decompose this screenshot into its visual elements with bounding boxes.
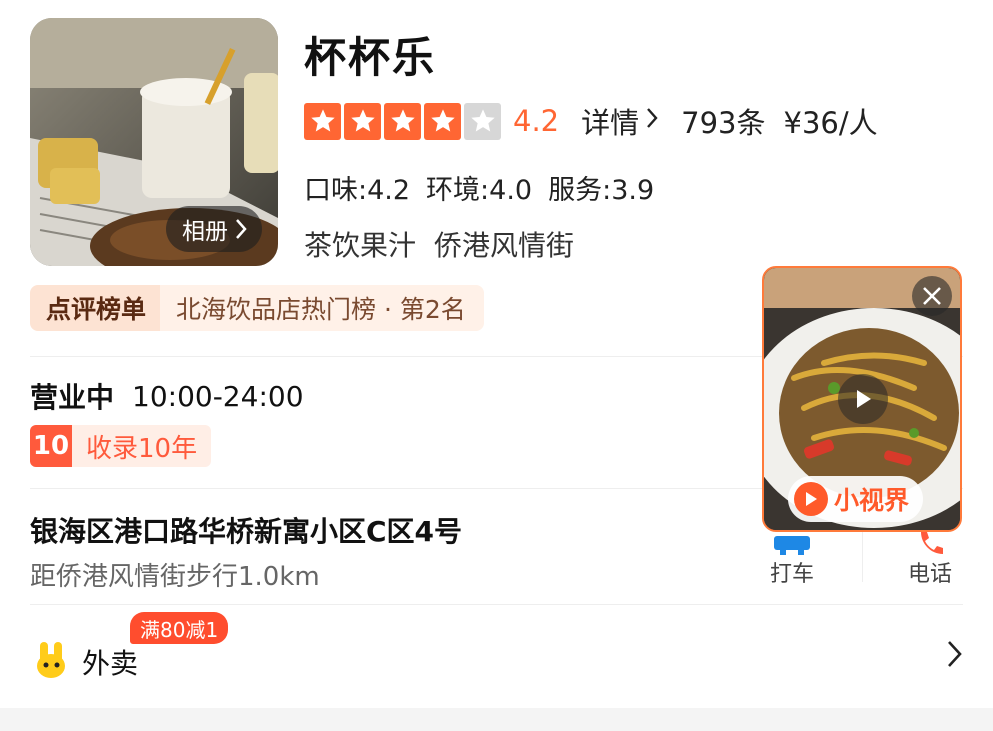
album-button[interactable]: 相册 — [166, 206, 262, 252]
video-brand: 小视界 — [788, 476, 924, 522]
address-line[interactable]: 银海区港口路华桥新寓小区C区4号 — [30, 510, 462, 550]
environment-score: 环境:4.0 — [426, 175, 533, 206]
close-icon[interactable] — [912, 276, 952, 316]
rating-row: 4.2 详情 793条 ¥36/人 — [304, 100, 878, 142]
shop-photo[interactable]: 相册 — [30, 18, 278, 266]
star-icon — [344, 102, 381, 140]
detail-link[interactable]: 详情 — [581, 100, 659, 142]
recorded-years-number: 10 — [30, 425, 72, 467]
area-tag[interactable]: 侨港风情街 — [434, 224, 574, 264]
promo-badge: 满80减1 — [130, 612, 229, 644]
price-per-person: ¥36/人 — [783, 106, 878, 140]
section-gap — [0, 708, 993, 731]
star-icon — [464, 102, 501, 140]
video-popup[interactable]: 小视界 — [762, 266, 962, 532]
recorded-text: 收录10年 — [72, 425, 212, 467]
ranking-label: 点评榜单 — [30, 285, 161, 331]
star-icon — [384, 102, 421, 140]
taxi-label: 打车 — [769, 562, 814, 587]
business-hours[interactable]: 营业中 10:00-24:00 — [30, 376, 304, 416]
chevron-right-icon — [945, 638, 963, 678]
phone-label: 电话 — [907, 562, 952, 587]
album-label: 相册 — [182, 219, 228, 245]
taxi-icon — [774, 536, 810, 555]
hours-time: 10:00-24:00 — [132, 379, 304, 413]
takeout-icon — [37, 642, 65, 678]
star-icon — [424, 102, 461, 140]
takeout-row[interactable]: 外卖 满80减1 — [30, 612, 963, 704]
review-count[interactable]: 793条 — [681, 100, 765, 142]
takeout-label: 外卖 — [82, 647, 139, 680]
ranking-text: 北海饮品店热门榜 · 第2名 — [160, 285, 484, 331]
brand-text: 小视界 — [834, 486, 910, 515]
brand-play-icon — [794, 482, 828, 516]
chevron-right-icon — [234, 218, 248, 240]
star-rating — [304, 102, 501, 140]
play-icon[interactable] — [838, 374, 888, 424]
chevron-right-icon — [645, 106, 659, 136]
phone-icon — [921, 532, 943, 554]
service-score: 服务:3.9 — [548, 175, 655, 206]
category-tag[interactable]: 茶饮果汁 — [304, 224, 416, 264]
ranking-bar[interactable]: 点评榜单 北海饮品店热门榜 · 第2名 — [30, 285, 484, 331]
star-icon — [304, 102, 341, 140]
taste-score: 口味:4.2 — [304, 175, 411, 206]
subscores: 口味:4.2 环境:4.0 服务:3.9 — [304, 168, 654, 207]
recorded-badge: 10 收录10年 — [30, 425, 212, 467]
divider — [30, 604, 963, 605]
hours-status: 营业中 — [30, 381, 115, 414]
address-distance: 距侨港风情街步行1.0km — [30, 562, 320, 592]
detail-label: 详情 — [581, 106, 640, 140]
shop-tags: 茶饮果汁 侨港风情街 — [304, 224, 574, 264]
rating-score: 4.2 — [513, 104, 560, 138]
shop-name: 杯杯乐 — [304, 33, 437, 82]
